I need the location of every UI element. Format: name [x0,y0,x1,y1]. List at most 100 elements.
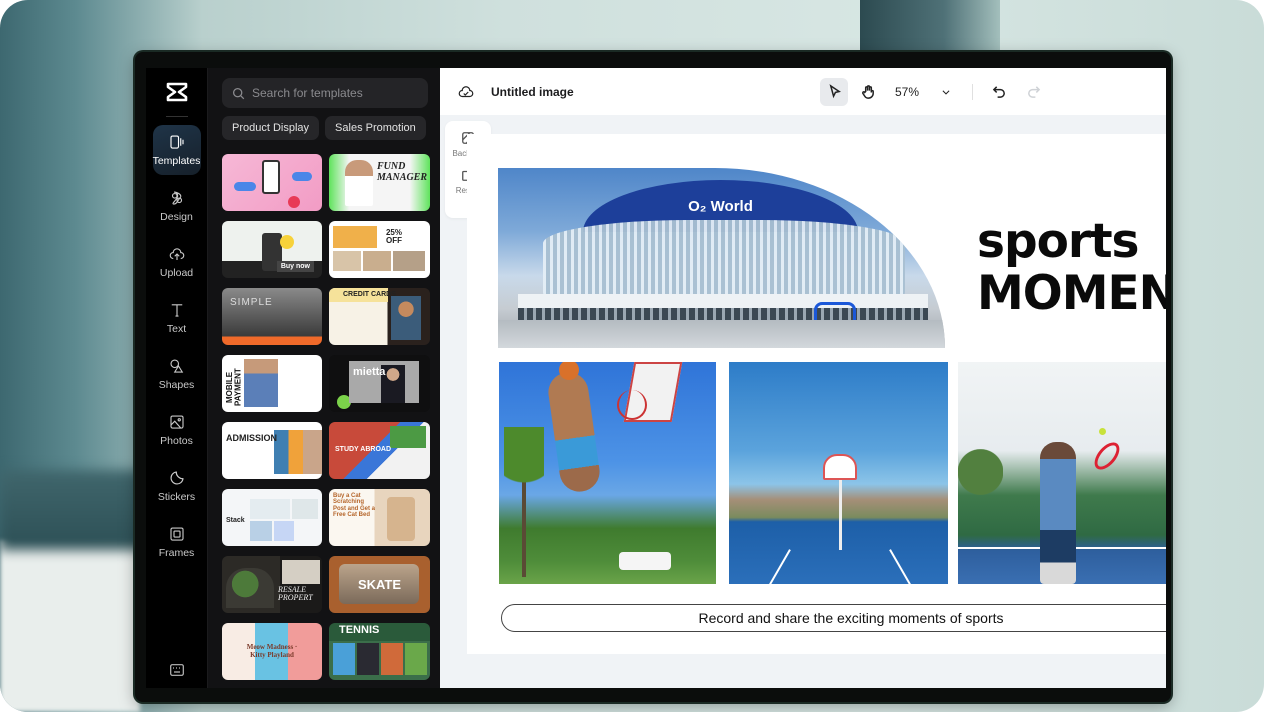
rail-divider [165,116,188,117]
template-label: SKATE [357,576,402,592]
template-card[interactable]: ADMISSION [222,422,322,479]
template-label: mietta [353,366,386,378]
rail-item-label: Text [166,323,187,335]
left-nav-rail: Templates Design Upload Text Shapes Phot… [146,68,207,688]
tennis-serve-photo[interactable] [958,362,1166,584]
template-card[interactable]: RESALE PROPERT [222,556,322,613]
editor-area: Untitled image 57% O₂ World sports MOMEN… [440,68,1166,688]
template-label: RESALE PROPERT [278,585,313,603]
laptop-frame: Templates Design Upload Text Shapes Phot… [135,52,1171,702]
headline-line-1: sports [977,214,1140,269]
hand-tool-button[interactable] [854,78,882,106]
palm-tree [504,427,544,577]
chip-sales-promotion[interactable]: Sales Promotion [325,116,426,140]
tree [958,442,1003,502]
design-icon [171,191,182,205]
rail-item-label: Upload [159,267,194,279]
headline-text[interactable]: sports MOMENTS [977,216,1166,320]
search-icon [232,87,245,99]
redo-button[interactable] [1019,78,1047,106]
arena-plaza [498,320,945,348]
template-grid: FUND MANAGER Buy now 25% OFF SIMPLE CRED… [222,154,430,680]
design-canvas[interactable]: O₂ World sports MOMENTS [467,134,1166,654]
zoom-dropdown-button[interactable] [932,78,960,106]
undo-button[interactable] [985,78,1013,106]
template-label: ADMISSION [226,433,278,443]
template-label: STUDY ABROAD [335,446,392,453]
template-card[interactable]: 25% OFF [329,221,430,278]
backboard [823,454,857,480]
template-card[interactable]: CREDIT CARDS [329,288,430,345]
rail-item-shapes[interactable]: Shapes [153,349,201,399]
canvas-toolbar: 57% [820,77,1047,106]
template-label: Buy a Cat Scratching Post and Get a Free… [333,493,376,518]
shapes-icon [169,359,183,373]
caption-text-box[interactable]: Record and share the exciting moments of… [501,604,1166,632]
tennis-ball [1099,428,1106,435]
template-card[interactable]: Buy a Cat Scratching Post and Get a Free… [329,489,430,546]
category-chips: Product Display Sales Promotion [222,116,428,140]
app-window: Templates Design Upload Text Shapes Phot… [146,68,1166,688]
template-card[interactable]: Buy now [222,221,322,278]
template-label: CREDIT CARDS [343,291,396,298]
bench [619,552,671,570]
rail-item-label: Stickers [157,491,196,503]
template-label: TENNIS [339,624,380,636]
template-card[interactable]: Stack [222,489,322,546]
template-card[interactable]: SKATE [329,556,430,613]
template-card[interactable]: SIMPLE [222,288,322,345]
zoom-level[interactable]: 57% [888,85,926,99]
rail-item-label: Photos [160,435,193,447]
rail-item-frames[interactable]: Frames [153,517,201,567]
rail-item-label: Design [160,211,193,223]
templates-panel: Product Display Sales Promotion FUND MAN… [207,68,440,688]
capcut-logo-icon[interactable] [165,80,189,104]
template-label: FUND MANAGER [377,161,428,183]
select-tool-button[interactable] [820,77,848,106]
chip-product-display[interactable]: Product Display [222,116,320,140]
select-pointer-icon [828,84,841,99]
hand-pan-icon [861,85,874,99]
keyboard-shortcuts-icon[interactable] [169,664,184,676]
frames-icon [169,527,184,541]
toolbar-divider [972,83,973,100]
rail-item-stickers[interactable]: Stickers [153,461,201,511]
rail-item-photos[interactable]: Photos [153,405,201,455]
template-card[interactable]: FUND MANAGER [329,154,430,211]
arena-facade [543,220,905,298]
rail-item-templates[interactable]: Templates [152,125,201,175]
rail-item-design[interactable]: Design [153,181,201,231]
tennis-racket [1089,437,1125,475]
template-card[interactable]: STUDY ABROAD [329,422,430,479]
template-label: Stack [226,517,245,524]
chevron-down-icon [942,89,950,95]
template-label: MOBILE PAYMENT [225,368,243,407]
arena-entrance-glass [518,308,928,320]
template-label: 25% OFF [385,228,402,246]
rail-item-label: Templates [152,155,201,167]
search-input[interactable] [252,86,402,100]
rail-item-label: Shapes [158,379,195,391]
template-card[interactable]: Meow Madness · Kitty Playland [222,623,322,680]
search-box[interactable] [222,78,428,108]
template-card[interactable]: TENNIS [329,623,430,680]
template-label: Buy now [276,260,314,272]
rail-item-text[interactable]: Text [153,293,201,343]
document-title[interactable]: Untitled image [491,85,574,99]
dunking-player [545,369,603,495]
upload-cloud-icon [169,248,184,260]
templates-icon [169,135,184,149]
template-card[interactable] [222,154,322,211]
template-card[interactable]: mietta [329,355,430,412]
template-card[interactable]: MOBILE PAYMENT [222,355,322,412]
editor-topbar: Untitled image 57% [440,68,1166,115]
basketball-dunk-photo[interactable] [499,362,716,584]
basketball-court-photo[interactable] [729,362,948,584]
photos-icon [169,415,184,429]
hoop-pole [839,480,842,550]
cloud-sync-icon[interactable] [457,83,475,101]
stickers-icon [170,471,184,485]
rail-item-upload[interactable]: Upload [153,237,201,287]
rail-item-label: Frames [158,547,195,559]
arena-photo[interactable]: O₂ World [498,168,945,348]
